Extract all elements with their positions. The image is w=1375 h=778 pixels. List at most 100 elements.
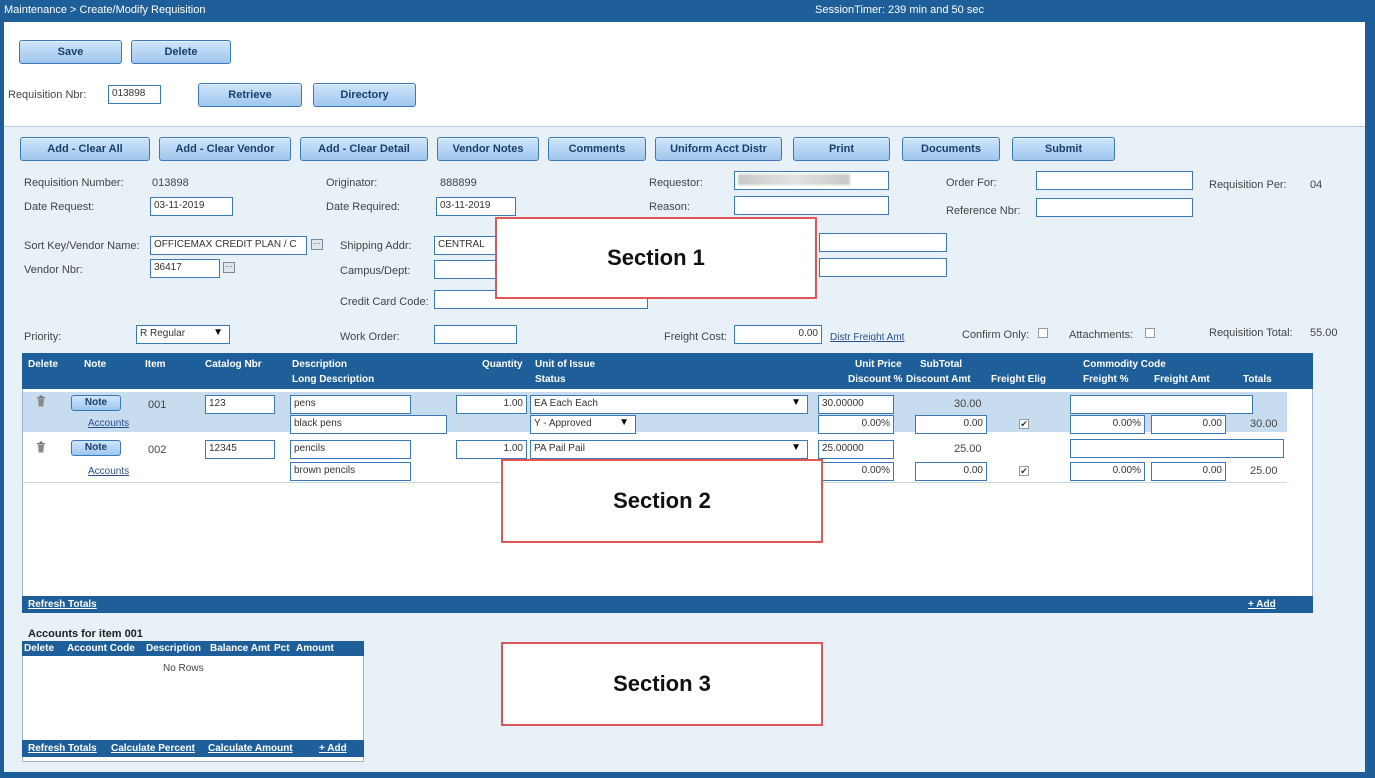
print-button[interactable]: Print (793, 137, 890, 161)
dropdown-arrow-icon: ▼ (213, 327, 223, 338)
freight-amt-input[interactable]: 0.00 (1151, 462, 1226, 481)
quantity-input[interactable]: 1.00 (456, 440, 527, 459)
shipping-addr-line2-input[interactable] (819, 233, 947, 252)
commodity-code-input[interactable] (1070, 395, 1253, 414)
note-button[interactable]: Note (71, 395, 121, 411)
col-totals: Totals (1243, 374, 1272, 385)
distr-freight-amt-link[interactable]: Distr Freight Amt (830, 332, 904, 343)
requestor-input[interactable] (734, 171, 889, 190)
save-button[interactable]: Save (19, 40, 122, 64)
unit-of-issue-select[interactable]: EA Each Each ▼ (530, 395, 808, 414)
discount-pct-input[interactable]: 0.00% (818, 462, 894, 481)
discount-amt-input[interactable]: 0.00 (915, 415, 987, 434)
confirm-only-label: Confirm Only: (962, 329, 1030, 341)
trash-icon[interactable] (36, 441, 46, 453)
section-2-callout: Section 2 (501, 459, 823, 543)
col-quantity: Quantity (482, 359, 523, 370)
commodity-code-input[interactable] (1070, 439, 1284, 458)
add-account-link[interactable]: + Add (319, 743, 347, 754)
accounts-grid-footer: Refresh Totals Calculate Percent Calcula… (22, 740, 364, 757)
long-description-input[interactable]: brown pencils (290, 462, 411, 481)
vendor-nbr-lookup-icon[interactable]: ··· (223, 262, 235, 273)
row-total: 30.00 (1250, 418, 1278, 430)
retrieve-button[interactable]: Retrieve (198, 83, 302, 107)
requisition-total-value: 55.00 (1310, 327, 1338, 339)
description-input[interactable]: pencils (290, 440, 411, 459)
documents-button[interactable]: Documents (902, 137, 1000, 161)
trash-icon[interactable] (36, 395, 46, 407)
freight-elig-checkbox[interactable]: ✔ (1019, 419, 1029, 429)
discount-amt-input[interactable]: 0.00 (915, 462, 987, 481)
freight-cost-label: Freight Cost: (664, 331, 727, 343)
work-order-input[interactable] (434, 325, 517, 344)
col-subtotal: SubTotal (920, 359, 963, 370)
vendor-lookup-icon[interactable]: ··· (311, 239, 323, 250)
catalog-nbr-input[interactable]: 123 (205, 395, 275, 414)
freight-cost-input[interactable]: 0.00 (734, 325, 822, 344)
accounts-link[interactable]: Accounts (88, 418, 129, 429)
date-request-label: Date Request: (24, 201, 95, 213)
attachments-label: Attachments: (1069, 329, 1134, 341)
requestor-label: Requestor: (649, 177, 703, 189)
subtotal-value: 30.00 (954, 398, 982, 410)
discount-pct-input[interactable]: 0.00% (818, 415, 894, 434)
freight-elig-checkbox[interactable]: ✔ (1019, 466, 1029, 476)
quantity-input[interactable]: 1.00 (456, 395, 527, 414)
unit-price-input[interactable]: 30.00000 (818, 395, 894, 414)
unit-of-issue-select[interactable]: PA Pail Pail ▼ (530, 440, 808, 459)
add-clear-vendor-button[interactable]: Add - Clear Vendor (159, 137, 291, 161)
reason-input[interactable] (734, 196, 889, 215)
delete-button[interactable]: Delete (131, 40, 231, 64)
attachments-checkbox[interactable] (1145, 328, 1155, 338)
col-description: Description (146, 643, 202, 654)
catalog-nbr-input[interactable]: 12345 (205, 440, 275, 459)
reason-label: Reason: (649, 201, 690, 213)
description-input[interactable]: pens (290, 395, 411, 414)
vendor-nbr-input[interactable]: 36417 (150, 259, 220, 278)
add-clear-detail-button[interactable]: Add - Clear Detail (300, 137, 428, 161)
frame-right (1365, 22, 1375, 778)
submit-button[interactable]: Submit (1012, 137, 1115, 161)
vendor-notes-button[interactable]: Vendor Notes (437, 137, 539, 161)
freight-pct-input[interactable]: 0.00% (1070, 415, 1145, 434)
confirm-only-checkbox[interactable] (1038, 328, 1048, 338)
reference-nbr-input[interactable] (1036, 198, 1193, 217)
order-for-input[interactable] (1036, 171, 1193, 190)
accounts-title: Accounts for item 001 (28, 628, 143, 640)
title-bar: Maintenance > Create/Modify Requisition … (0, 0, 1375, 22)
calculate-amount-link[interactable]: Calculate Amount (208, 743, 293, 754)
date-required-input[interactable]: 03-11-2019 (436, 197, 516, 216)
campus-dept-line2-input[interactable] (819, 258, 947, 277)
section-1-callout: Section 1 (495, 217, 817, 299)
col-balance-amt: Balance Amt (210, 643, 271, 654)
no-rows-text: No Rows (163, 663, 204, 674)
requisition-per-value: 04 (1310, 179, 1323, 191)
unit-of-issue-value: EA Each Each (534, 398, 598, 409)
directory-button[interactable]: Directory (313, 83, 416, 107)
campus-dept-input[interactable] (434, 260, 498, 279)
refresh-totals-link[interactable]: Refresh Totals (28, 599, 97, 610)
redacted-requestor (738, 174, 850, 185)
refresh-totals-link[interactable]: Refresh Totals (28, 743, 97, 754)
accounts-link[interactable]: Accounts (88, 466, 129, 477)
freight-amt-input[interactable]: 0.00 (1151, 415, 1226, 434)
status-select[interactable]: Y - Approved ▼ (530, 415, 636, 434)
dropdown-arrow-icon: ▼ (619, 417, 629, 428)
retrieve-panel (4, 22, 1365, 126)
requisition-nbr-input[interactable]: 013898 (108, 85, 161, 104)
freight-pct-input[interactable]: 0.00% (1070, 462, 1145, 481)
shipping-addr-input[interactable]: CENTRAL (434, 236, 498, 255)
priority-select[interactable]: R Regular ▼ (136, 325, 230, 344)
comments-button[interactable]: Comments (548, 137, 646, 161)
shipping-addr-label: Shipping Addr: (340, 240, 412, 252)
unit-price-input[interactable]: 25.00000 (818, 440, 894, 459)
uniform-acct-distr-button[interactable]: Uniform Acct Distr (655, 137, 782, 161)
note-button[interactable]: Note (71, 440, 121, 456)
sort-key-input[interactable]: OFFICEMAX CREDIT PLAN / C (150, 236, 307, 255)
add-row-link[interactable]: + Add (1248, 599, 1276, 610)
date-request-input[interactable]: 03-11-2019 (150, 197, 233, 216)
add-clear-all-button[interactable]: Add - Clear All (20, 137, 150, 161)
calculate-percent-link[interactable]: Calculate Percent (111, 743, 195, 754)
col-discount-amt: Discount Amt (906, 374, 971, 385)
long-description-input[interactable]: black pens (290, 415, 447, 434)
